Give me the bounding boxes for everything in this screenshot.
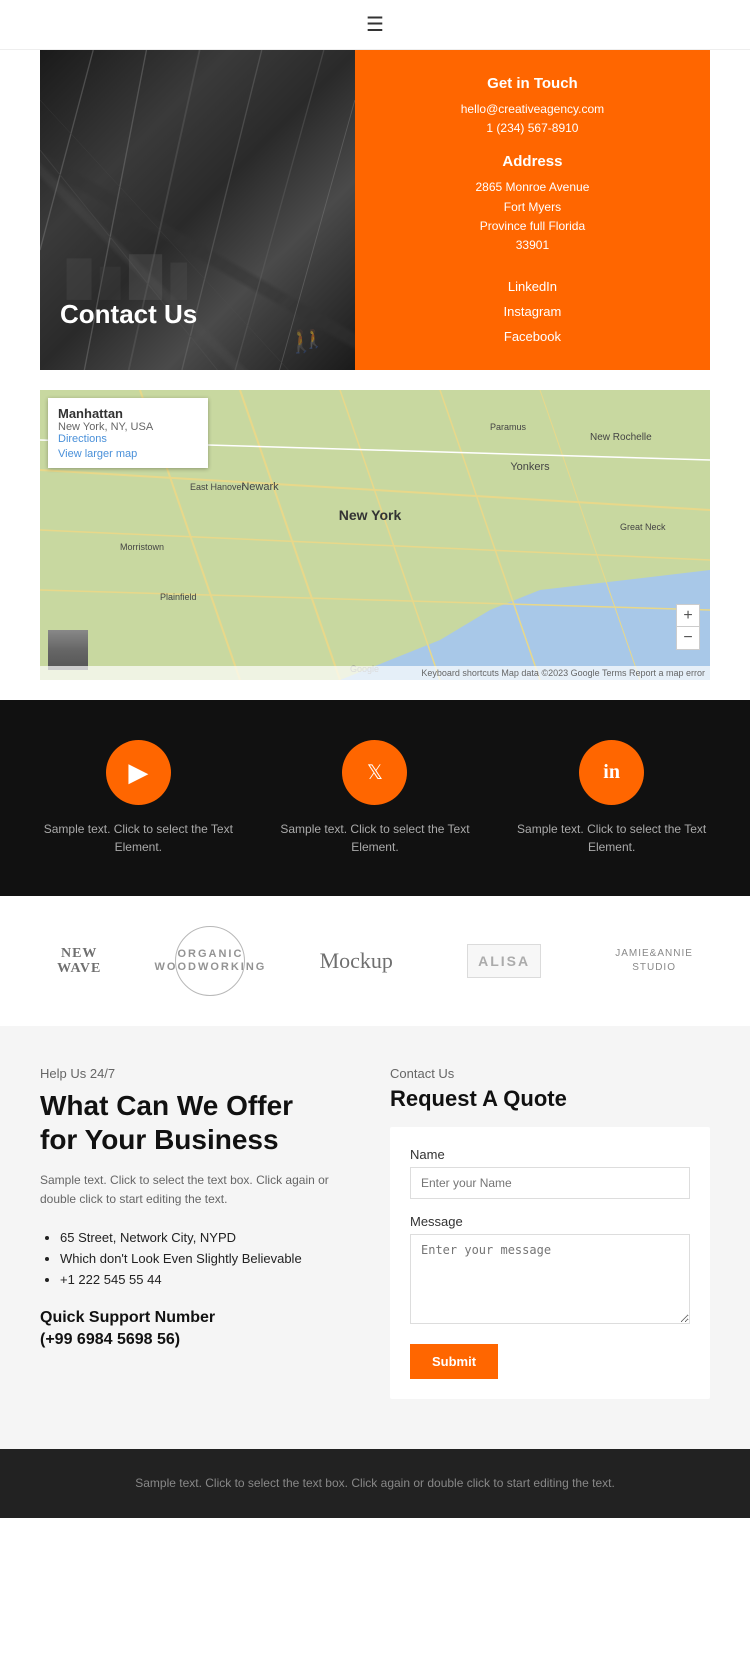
footer: Sample text. Click to select the text bo… [0, 1449, 750, 1518]
contact-email: hello@creativeagency.com [385, 100, 680, 119]
map-zoom-out[interactable]: − [677, 627, 699, 649]
contact-form-section-label: Contact Us [390, 1066, 710, 1081]
address-line4: 33901 [385, 236, 680, 255]
linkedin-text: Sample text. Click to select the Text El… [512, 820, 712, 856]
svg-text:Newark: Newark [241, 481, 279, 493]
youtube-circle[interactable]: ▶ [106, 740, 171, 805]
contact-form-section: Contact Us Request A Quote Name Message … [390, 1066, 710, 1399]
contact-hero-title: Contact Us [60, 299, 197, 330]
map-footer: Keyboard shortcuts Map data ©2023 Google… [40, 666, 710, 680]
twitter-text: Sample text. Click to select the Text El… [275, 820, 475, 856]
svg-text:New York: New York [339, 507, 402, 523]
svg-text:Morristown: Morristown [120, 542, 164, 552]
help-section: Help Us 24/7 What Can We Offer for Your … [0, 1026, 750, 1449]
map-zoom-controls: + − [676, 604, 700, 650]
social-item-twitter: 𝕏 Sample text. Click to select the Text … [275, 740, 475, 856]
contact-phone: 1 (234) 567-8910 [385, 119, 680, 138]
quick-support-label: Quick Support Number (+99 6984 5698 56) [40, 1307, 360, 1352]
menu-icon[interactable]: ☰ [366, 12, 384, 37]
logo-alisa: Alisa [467, 944, 541, 978]
logos-section: NEW WAVE ORGANIC WOODWORKING Mockup Alis… [0, 896, 750, 1026]
svg-text:East Hanover: East Hanover [190, 482, 245, 492]
help-list-item-1: 65 Street, Network City, NYPD [60, 1230, 360, 1245]
help-title-line1: What Can We Offer [40, 1090, 293, 1121]
youtube-text: Sample text. Click to select the Text El… [38, 820, 238, 856]
jamie-logo-text: JAMIE&ANNIE STUDIO [615, 947, 693, 975]
twitter-circle[interactable]: 𝕏 [342, 740, 407, 805]
address-label: Address [385, 153, 680, 170]
twitter-icon: 𝕏 [367, 760, 383, 785]
get-in-touch-label: Get in Touch [385, 75, 680, 92]
svg-text:New Rochelle: New Rochelle [590, 432, 652, 443]
quick-support-number: (+99 6984 5698 56) [40, 1331, 180, 1348]
map-location-name: Manhattan [58, 406, 198, 421]
map-zoom-in[interactable]: + [677, 605, 699, 627]
facebook-link[interactable]: Facebook [385, 325, 680, 350]
message-form-group: Message [410, 1214, 690, 1329]
form-card: Name Message Submit [390, 1127, 710, 1399]
help-subtitle: Help Us 24/7 [40, 1066, 360, 1081]
address-line1: 2865 Monroe Avenue [385, 178, 680, 197]
message-textarea[interactable] [410, 1234, 690, 1324]
organic-logo-text: ORGANIC WOODWORKING [175, 926, 245, 996]
svg-text:Great Neck: Great Neck [620, 522, 666, 532]
address-line3: Province full Florida [385, 217, 680, 236]
map-directions-btn[interactable]: Directions [58, 433, 107, 445]
svg-text:Yonkers: Yonkers [510, 461, 550, 473]
map-location-sub: New York, NY, USA [58, 421, 198, 433]
map-street-view [48, 630, 88, 670]
youtube-icon: ▶ [128, 757, 148, 788]
instagram-link[interactable]: Instagram [385, 300, 680, 325]
submit-button[interactable]: Submit [410, 1344, 498, 1379]
name-label: Name [410, 1147, 690, 1162]
map-inner: New York Newark Yonkers New Rochelle Mor… [40, 390, 710, 680]
linkedin-circle[interactable]: in [579, 740, 644, 805]
help-list-item-3: +1 222 545 55 44 [60, 1272, 360, 1287]
social-item-youtube: ▶ Sample text. Click to select the Text … [38, 740, 238, 856]
logo-organic: ORGANIC WOODWORKING [175, 926, 245, 996]
logo-jamie: JAMIE&ANNIE STUDIO [615, 947, 693, 975]
linkedin-link[interactable]: LinkedIn [385, 275, 680, 300]
help-list: 65 Street, Network City, NYPD Which don'… [40, 1230, 360, 1287]
name-input[interactable] [410, 1167, 690, 1199]
alisa-logo-text: Alisa [467, 944, 541, 978]
map-overlay-box: Manhattan New York, NY, USA Directions V… [48, 398, 208, 468]
svg-text:Paramus: Paramus [490, 422, 527, 432]
map-view-larger[interactable]: View larger map [58, 448, 198, 460]
logo-mockup: Mockup [320, 948, 393, 974]
quick-support-text: Quick Support Number [40, 1309, 215, 1326]
linkedin-icon: in [603, 761, 620, 784]
newwave-logo-text: NEW WAVE [57, 946, 101, 977]
help-left: Help Us 24/7 What Can We Offer for Your … [40, 1066, 360, 1399]
address-line2: Fort Myers [385, 198, 680, 217]
contact-hero-section: 🚶 Contact Us Get in Touch hello@creative… [40, 50, 710, 370]
contact-hero-info: Get in Touch hello@creativeagency.com 1 … [355, 50, 710, 370]
social-item-linkedin: in Sample text. Click to select the Text… [512, 740, 712, 856]
message-label: Message [410, 1214, 690, 1229]
header: ☰ [0, 0, 750, 50]
social-dark-section: ▶ Sample text. Click to select the Text … [0, 700, 750, 896]
name-form-group: Name [410, 1147, 690, 1199]
help-description: Sample text. Click to select the text bo… [40, 1171, 360, 1209]
footer-text: Sample text. Click to select the text bo… [20, 1474, 730, 1493]
contact-form-title: Request A Quote [390, 1086, 710, 1112]
help-title-line2: for Your Business [40, 1124, 279, 1155]
logo-newwave: NEW WAVE [57, 946, 101, 977]
mockup-logo-text: Mockup [320, 948, 393, 974]
help-list-item-2: Which don't Look Even Slightly Believabl… [60, 1251, 360, 1266]
address-section: Address 2865 Monroe Avenue Fort Myers Pr… [385, 153, 680, 255]
map-section: New York Newark Yonkers New Rochelle Mor… [40, 390, 710, 680]
contact-hero-image: 🚶 Contact Us [40, 50, 355, 370]
help-title: What Can We Offer for Your Business [40, 1089, 360, 1156]
contact-social-links: LinkedIn Instagram Facebook [385, 275, 680, 349]
svg-text:Plainfield: Plainfield [160, 592, 197, 602]
